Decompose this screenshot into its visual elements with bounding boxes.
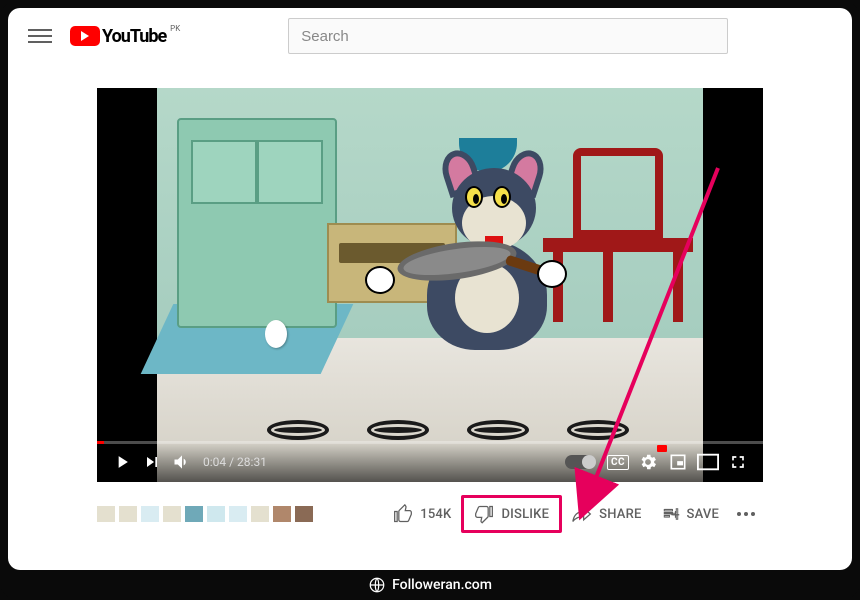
dislike-highlight-box: DISLIKE (461, 495, 562, 533)
theater-icon[interactable] (693, 447, 723, 477)
volume-icon[interactable] (167, 447, 197, 477)
dislike-button[interactable]: DISLIKE (470, 502, 553, 526)
save-button[interactable]: SAVE (652, 498, 730, 530)
youtube-play-icon (70, 26, 100, 46)
share-icon (572, 504, 592, 524)
timecode: 0:04 / 28:31 (203, 455, 267, 469)
globe-icon (368, 576, 386, 594)
miniplayer-icon[interactable] (663, 447, 693, 477)
video-frame-still (97, 88, 763, 482)
fullscreen-icon[interactable] (723, 447, 753, 477)
video-player[interactable]: 0:04 / 28:31 CC (97, 88, 763, 482)
video-action-bar: 154K DISLIKE SHARE SAVE (97, 496, 763, 532)
watermark-text: Followeran.com (392, 577, 492, 593)
save-label: SAVE (687, 507, 720, 522)
autoplay-toggle[interactable] (565, 455, 595, 469)
country-code: PK (170, 24, 180, 33)
like-count: 154K (420, 507, 451, 522)
search-input[interactable] (288, 18, 728, 54)
like-button[interactable]: 154K (383, 497, 461, 531)
settings-icon[interactable] (633, 447, 663, 477)
menu-icon[interactable] (28, 24, 52, 48)
dislike-label: DISLIKE (501, 507, 549, 522)
device-frame: YouTube PK (0, 0, 860, 600)
watermark: Followeran.com (0, 576, 860, 594)
youtube-topbar: YouTube PK (8, 8, 852, 64)
player-controls: 0:04 / 28:31 CC (97, 442, 763, 482)
cc-button[interactable]: CC (603, 447, 633, 477)
redacted-title (97, 506, 313, 522)
share-label: SHARE (599, 507, 641, 522)
thumbs-down-icon (474, 504, 494, 524)
next-icon[interactable] (137, 447, 167, 477)
share-button[interactable]: SHARE (562, 497, 651, 531)
browser-viewport: YouTube PK (8, 8, 852, 570)
more-actions-button[interactable] (729, 504, 763, 524)
youtube-logo[interactable]: YouTube PK (70, 26, 166, 47)
video-area: 0:04 / 28:31 CC (8, 88, 852, 532)
play-icon[interactable] (107, 447, 137, 477)
thumbs-up-icon (393, 504, 413, 524)
save-icon (662, 505, 680, 523)
search-box (288, 18, 728, 54)
youtube-wordmark: YouTube (102, 26, 166, 47)
